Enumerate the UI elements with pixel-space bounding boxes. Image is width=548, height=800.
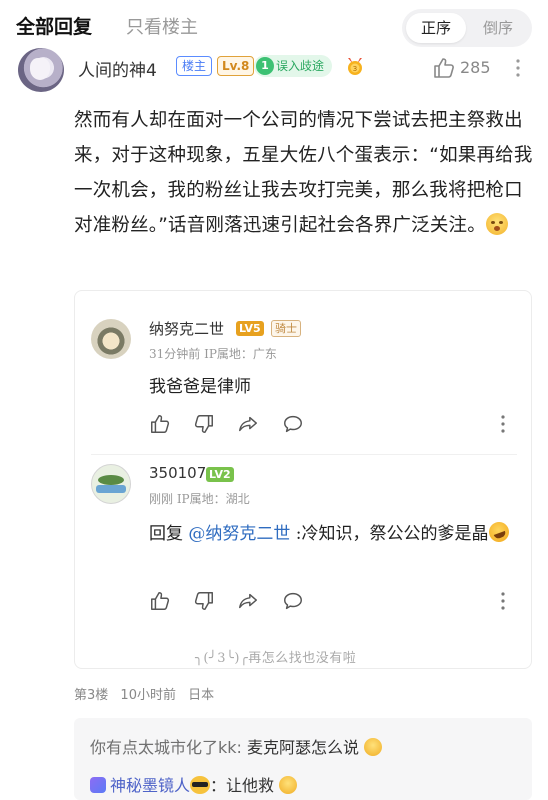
level-badge: Lv.8 [217,56,255,76]
reply-meta: 31分钟前 IP属地：广东 [149,347,277,361]
reply-avatar[interactable] [91,319,131,359]
tab-host-only[interactable]: 只看楼主 [126,13,198,39]
thumbs-up-icon[interactable] [149,413,171,435]
reply-text: 我爸爸是律师 [149,377,251,397]
more-options-icon[interactable] [499,590,507,612]
member-mark-badge: 1 误入歧途 [254,55,333,77]
sort-ascending-button[interactable]: 正序 [406,13,466,43]
floor-info: 第3楼 10小时前 日本 [74,684,222,703]
reply-actions [149,413,529,437]
mention-link[interactable]: @纳努克二世 [188,524,290,544]
share-icon[interactable] [237,590,259,612]
smiling-face-icon [364,738,383,756]
comment-author[interactable]: 神秘墨镜人 [110,776,190,795]
comment-preview-item[interactable]: 神秘墨镜人 ：让他救 [90,772,298,796]
comment-author[interactable]: 你有点太城市化了kk: [90,738,242,757]
reply-level-badge: LV2 [206,467,234,482]
reply-author-name[interactable]: 350107 [149,464,206,482]
comment-icon[interactable] [282,413,304,435]
reply-meta: 刚刚 IP属地：湖北 [149,492,250,506]
surprised-face-icon [485,213,508,235]
sunglasses-face-icon [190,776,211,794]
like-count: 285 [460,58,491,77]
reply-title-badge: 骑士 [271,320,301,337]
author-avatar[interactable] [18,48,64,92]
svg-text:3: 3 [353,65,357,73]
thumbs-down-icon[interactable] [193,413,215,435]
floor-location: 日本 [188,688,215,703]
surprised-face-icon [279,776,298,794]
thumbs-down-icon[interactable] [193,590,215,612]
floor-number: 第3楼 [74,688,109,703]
medal-icon: 3 [348,58,362,75]
member-mark-number: 1 [256,57,274,75]
reply-level-badge: LV5 [236,321,264,336]
sub-replies-panel: 纳努克二世 LV5 骑士 31分钟前 IP属地：广东 我爸爸是律师 350107… [74,290,532,669]
sort-order-switch: 正序 倒序 [402,9,532,47]
more-options-icon[interactable] [499,413,507,435]
reply-text: 回复 @纳努克二世 :冷知识，祭公公的爹是晶 [149,517,519,551]
reply-author-name[interactable]: 纳努克二世 [149,318,224,339]
comment-icon[interactable] [282,590,304,612]
reply-filter-bar: 全部回复 只看楼主 正序 倒序 [0,0,548,52]
post-text: 然而有人却在面对一个公司的情况下尝试去把主祭救出来，对于这种现象，五星大佐八个蛋… [74,110,533,236]
member-badge-icon [90,777,106,793]
share-icon[interactable] [237,413,259,435]
thumbs-up-icon[interactable] [149,590,171,612]
divider [91,454,517,455]
tab-all-replies[interactable]: 全部回复 [16,12,92,39]
reply-avatar[interactable] [91,464,131,504]
comment-text: 麦克阿瑟怎么说 [241,738,365,757]
post-content: 然而有人却在面对一个公司的情况下尝试去把主祭救出来，对于这种现象，五星大佐八个蛋… [74,103,534,243]
floor-time: 10小时前 [120,688,176,703]
reply-prefix: 回复 [149,524,189,544]
laughing-face-icon [485,519,512,545]
host-badge: 楼主 [176,56,213,76]
no-more-replies-text: ╮(╯3╰)╭再怎么找也没有啦 [195,651,357,666]
member-mark-text: 误入歧途 [276,59,325,73]
thumbs-up-icon[interactable] [432,56,456,80]
comment-text: ：让他救 [210,776,280,795]
author-name[interactable]: 人间的神4 [78,56,157,81]
reply-body: :冷知识，祭公公的爹是晶 [290,524,489,544]
comment-preview-box[interactable]: 你有点太城市化了kk: 麦克阿瑟怎么说 神秘墨镜人 ：让他救 [74,718,532,800]
more-options-icon[interactable] [514,56,522,80]
comment-preview-item[interactable]: 你有点太城市化了kk: 麦克阿瑟怎么说 [90,734,383,758]
reply-actions [149,590,529,614]
sort-descending-button[interactable]: 倒序 [468,13,528,43]
